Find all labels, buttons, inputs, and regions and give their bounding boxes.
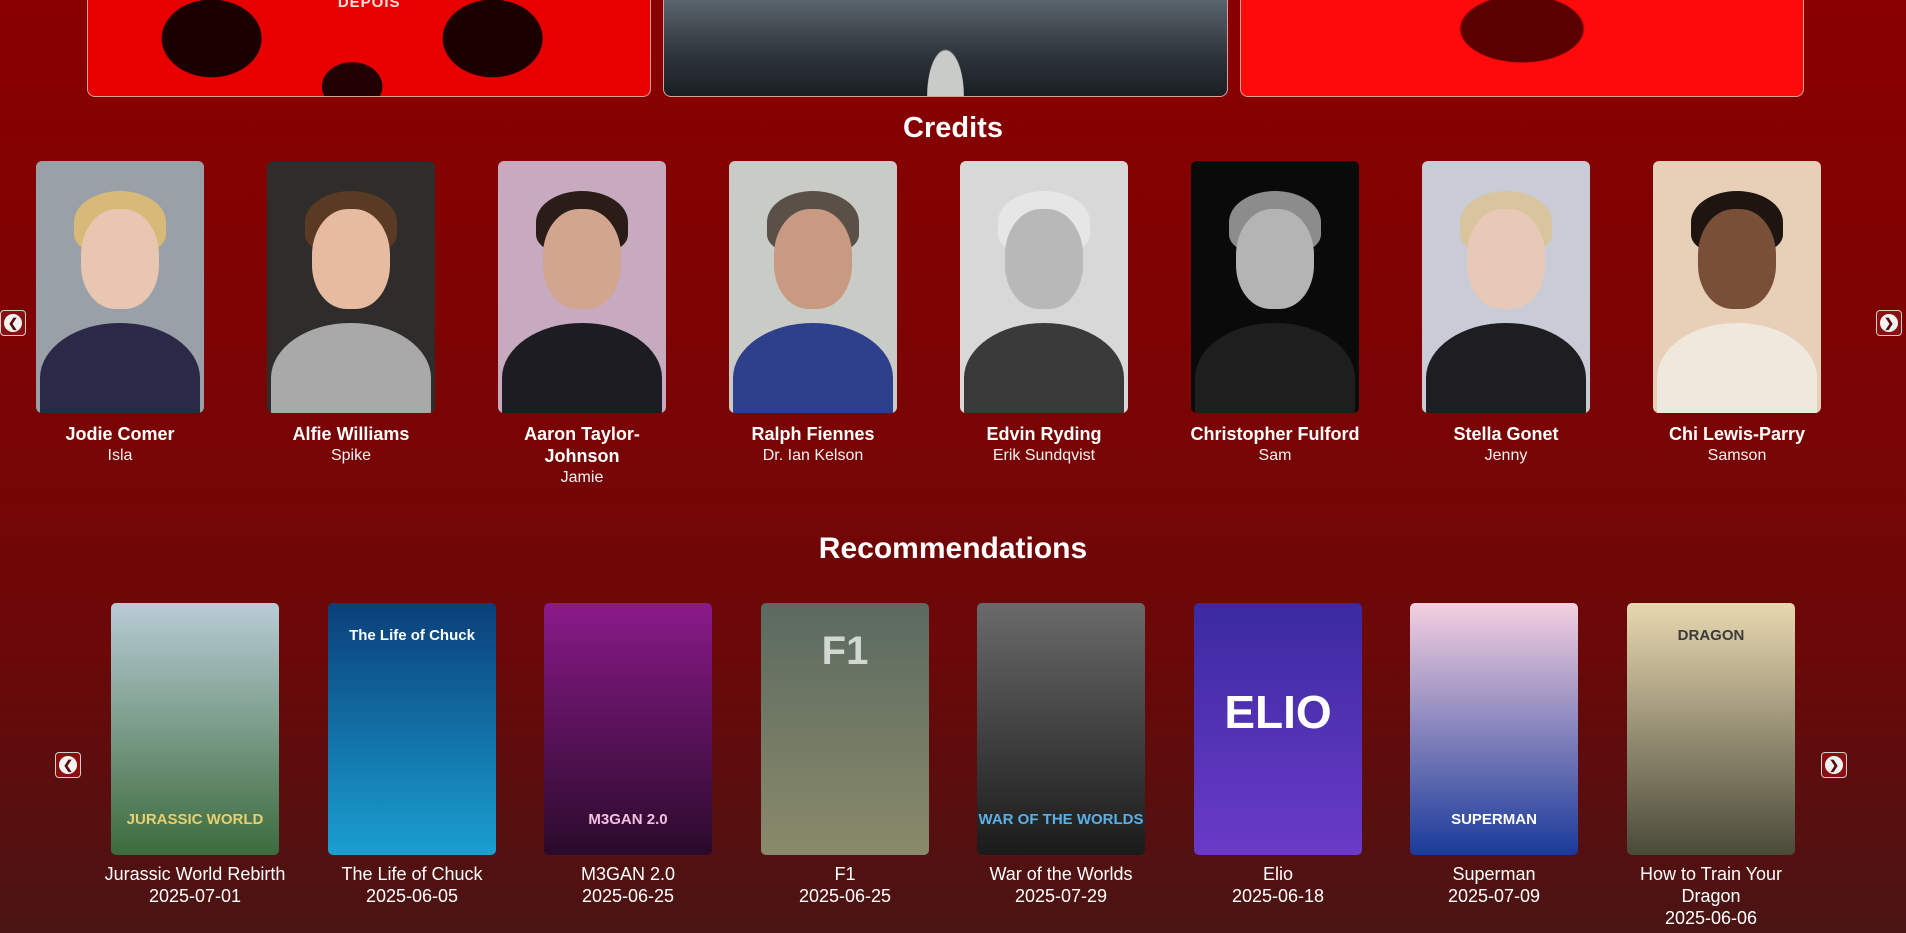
recommendation-title[interactable]: Jurassic World Rebirth: [95, 863, 295, 885]
recommendation-poster[interactable]: DRAGON: [1627, 603, 1795, 855]
recommendation-title[interactable]: M3GAN 2.0: [528, 863, 728, 885]
poster-logo: WAR OF THE WORLDS: [978, 811, 1144, 828]
cast-role: Samson: [1707, 447, 1767, 464]
cast-card[interactable]: Christopher Fulford Sam: [1180, 161, 1370, 467]
photo-shape: [1195, 323, 1355, 413]
photo-shape: [81, 209, 159, 309]
photo-shape: [1005, 209, 1083, 309]
photo-shape: [271, 323, 431, 413]
photo-shape: [543, 209, 621, 309]
recommendation-card[interactable]: JURASSIC WORLD Jurassic World Rebirth 2025…: [95, 603, 295, 907]
credits-title: Credits: [903, 112, 1003, 144]
recommendation-card[interactable]: DRAGON How to Train Your Dragon 2025-06-06: [1611, 603, 1811, 929]
photo-shape: [1467, 209, 1545, 309]
poster-logo: JURASSIC WORLD: [126, 811, 264, 828]
recommendation-poster[interactable]: F1: [761, 603, 929, 855]
cast-photo[interactable]: [36, 161, 204, 413]
cast-card[interactable]: Ralph Fiennes Dr. Ian Kelson: [718, 161, 908, 467]
poster-logo: M3GAN 2.0: [588, 811, 668, 828]
recommendation-date: 2025-06-25: [581, 886, 675, 906]
cast-name[interactable]: Aaron Taylor-Johnson: [487, 423, 677, 467]
cast-role: Dr. Ian Kelson: [762, 447, 864, 464]
cast-photo[interactable]: [1191, 161, 1359, 413]
cast-card[interactable]: Edvin Ryding Erik Sundqvist: [949, 161, 1139, 467]
photo-shape: [733, 323, 893, 413]
banner-caption: DEPOIS: [337, 0, 401, 11]
recommendations-title: Recommendations: [818, 532, 1088, 565]
photo-shape: [774, 209, 852, 309]
cast-card[interactable]: Aaron Taylor-Johnson Jamie: [487, 161, 677, 489]
photo-shape: [1426, 323, 1586, 413]
cast-role: Isla: [107, 447, 133, 464]
cast-name[interactable]: Edvin Ryding: [949, 423, 1139, 445]
cast-name[interactable]: Christopher Fulford: [1180, 423, 1370, 445]
recommendation-date: 2025-07-09: [1447, 886, 1541, 906]
cast-photo[interactable]: [267, 161, 435, 413]
cast-name[interactable]: Jodie Comer: [25, 423, 215, 445]
cast-photo[interactable]: [1422, 161, 1590, 413]
cast-name[interactable]: Stella Gonet: [1411, 423, 1601, 445]
cast-photo[interactable]: [960, 161, 1128, 413]
poster-logo: The Life of Chuck: [349, 627, 475, 644]
cast-role: Spike: [330, 447, 372, 464]
recommendation-card[interactable]: The Life of Chuck The Life of Chuck 2025-0…: [312, 603, 512, 907]
banner-carousel: DEPOIS: [87, 0, 1804, 97]
recommendation-date: 2025-07-01: [148, 886, 242, 906]
banner-image-2[interactable]: [663, 0, 1228, 97]
recommendation-date: 2025-06-25: [798, 886, 892, 906]
recommendation-poster[interactable]: M3GAN 2.0: [544, 603, 712, 855]
cast-card[interactable]: Chi Lewis-Parry Samson: [1642, 161, 1832, 467]
recommendation-title[interactable]: Elio: [1178, 863, 1378, 885]
recommendation-title[interactable]: Superman: [1394, 863, 1594, 885]
poster-logo: ELIO: [1224, 686, 1332, 738]
cast-photo[interactable]: [729, 161, 897, 413]
banner-image-3[interactable]: [1239, 0, 1804, 97]
cast-name[interactable]: Alfie Williams: [256, 423, 446, 445]
recommendation-title[interactable]: War of the Worlds: [961, 863, 1161, 885]
cast-card[interactable]: Alfie Williams Spike: [256, 161, 446, 467]
recommendation-poster[interactable]: WAR OF THE WORLDS: [977, 603, 1145, 855]
photo-shape: [964, 323, 1124, 413]
cast-card[interactable]: Stella Gonet Jenny: [1411, 161, 1601, 467]
recommendation-date: 2025-06-18: [1231, 886, 1325, 906]
cast-card[interactable]: Jodie Comer Isla: [25, 161, 215, 467]
recommendation-poster[interactable]: The Life of Chuck: [328, 603, 496, 855]
recommendation-title[interactable]: F1: [745, 863, 945, 885]
poster-logo: F1: [821, 629, 869, 673]
recommendation-poster[interactable]: ELIO: [1194, 603, 1362, 855]
recommendation-card[interactable]: F1 F1 2025-06-25: [745, 603, 945, 907]
recommendations-list: JURASSIC WORLD Jurassic World Rebirth 2025…: [0, 603, 1906, 933]
photo-shape: [1657, 323, 1817, 413]
recommendation-card[interactable]: M3GAN 2.0 M3GAN 2.0 2025-06-25: [528, 603, 728, 907]
cast-role: Erik Sundqvist: [992, 447, 1096, 464]
cast-name[interactable]: Chi Lewis-Parry: [1642, 423, 1832, 445]
recommendation-card[interactable]: SUPERMAN Superman 2025-07-09: [1394, 603, 1594, 907]
recommendation-card[interactable]: ELIO Elio 2025-06-18: [1178, 603, 1378, 907]
recommendation-poster[interactable]: SUPERMAN: [1410, 603, 1578, 855]
recommendation-date: 2025-06-05: [365, 886, 459, 906]
recommendation-card[interactable]: WAR OF THE WORLDS War of the Worlds 2025-0…: [961, 603, 1161, 907]
poster-logo: DRAGON: [1677, 627, 1745, 644]
cast-name[interactable]: Ralph Fiennes: [718, 423, 908, 445]
photo-shape: [502, 323, 662, 413]
poster-logo: SUPERMAN: [1451, 811, 1537, 828]
recommendation-poster[interactable]: JURASSIC WORLD: [111, 603, 279, 855]
photo-shape: [40, 323, 200, 413]
banner-image-1[interactable]: DEPOIS: [87, 0, 652, 97]
cast-photo[interactable]: [1653, 161, 1821, 413]
cast-role: Sam: [1258, 447, 1292, 464]
photo-shape: [1698, 209, 1776, 309]
recommendation-date: 2025-07-29: [1014, 886, 1108, 906]
recommendation-title[interactable]: The Life of Chuck: [312, 863, 512, 885]
recommendation-title[interactable]: How to Train Your Dragon: [1611, 863, 1811, 907]
cast-role: Jamie: [560, 469, 604, 486]
recommendation-date: 2025-06-06: [1664, 908, 1758, 928]
photo-shape: [1236, 209, 1314, 309]
photo-shape: [312, 209, 390, 309]
cast-role: Jenny: [1484, 447, 1528, 464]
cast-list: Jodie Comer Isla Alfie Williams Spike Aaron …: [0, 161, 1906, 501]
cast-photo[interactable]: [498, 161, 666, 413]
